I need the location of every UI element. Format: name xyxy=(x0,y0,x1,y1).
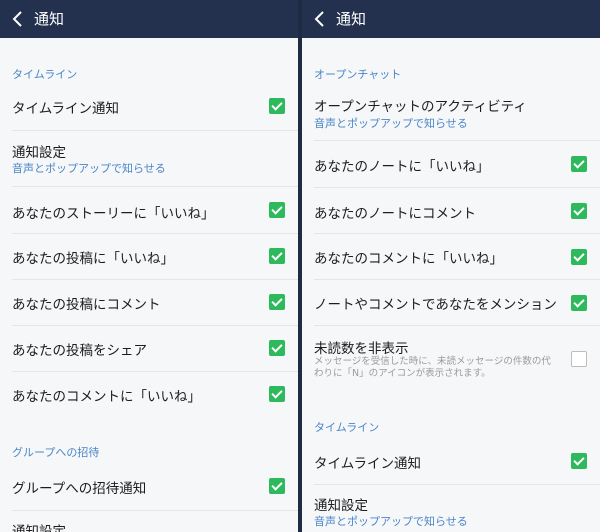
note-comment-label[interactable]: あなたのノートにコメント xyxy=(314,202,588,222)
post-like-label[interactable]: あなたの投稿に「いいね」 xyxy=(12,247,286,267)
divider xyxy=(12,186,298,187)
openchat-activity-sublabel: 音声とポップアップで知らせる xyxy=(314,117,468,130)
divider xyxy=(314,279,600,280)
divider xyxy=(314,187,600,188)
story-like-checkbox[interactable] xyxy=(269,202,285,218)
page-title: 通知 xyxy=(336,10,367,28)
divider xyxy=(314,325,600,326)
right-panel: 通知 オープンチャット オープンチャットのアクティビティ 音声とポップアップで知… xyxy=(302,0,600,532)
left-panel: 通知 タイムライン タイムライン通知 通知設定 音声とポップアップで知らせる あ… xyxy=(0,0,298,532)
post-share-label[interactable]: あなたの投稿をシェア xyxy=(12,339,286,359)
post-comment-checkbox[interactable] xyxy=(269,294,285,310)
section-header-group: グループへの招待 xyxy=(12,446,100,459)
header-bar: 通知 xyxy=(0,0,298,38)
divider xyxy=(12,371,298,372)
hide-unread-label[interactable]: 未読数を非表示 xyxy=(314,337,588,357)
divider xyxy=(12,130,298,131)
story-like-label[interactable]: あなたのストーリーに「いいね」 xyxy=(12,202,286,222)
note-like-label[interactable]: あなたのノートに「いいね」 xyxy=(314,155,588,175)
back-arrow-icon[interactable] xyxy=(312,9,328,29)
timeline-notify-checkbox[interactable] xyxy=(571,453,587,469)
divider xyxy=(12,325,298,326)
post-comment-label[interactable]: あなたの投稿にコメント xyxy=(12,293,286,313)
divider xyxy=(12,233,298,234)
section-header-openchat: オープンチャット xyxy=(314,68,402,81)
openchat-activity-label[interactable]: オープンチャットのアクティビティ xyxy=(314,95,588,115)
group-invite-label[interactable]: グループへの招待通知 xyxy=(12,477,286,497)
notify-settings-label[interactable]: 通知設定 xyxy=(12,141,286,161)
comment-like-label[interactable]: あなたのコメントに「いいね」 xyxy=(12,385,286,405)
hide-unread-description: メッセージを受信した時に、未読メッセージの件数の代わりに「N」のアイコンが表示さ… xyxy=(314,356,551,379)
mention-label[interactable]: ノートやコメントであなたをメンション xyxy=(314,293,588,313)
group-invite-checkbox[interactable] xyxy=(269,478,285,494)
post-share-checkbox[interactable] xyxy=(269,340,285,356)
timeline-notify-label[interactable]: タイムライン通知 xyxy=(314,452,588,472)
divider xyxy=(314,484,600,485)
settings-list: タイムライン タイムライン通知 通知設定 音声とポップアップで知らせる あなたの… xyxy=(0,38,298,532)
divider xyxy=(12,510,298,511)
mention-checkbox[interactable] xyxy=(571,295,587,311)
divider xyxy=(12,279,298,280)
comment-like-label[interactable]: あなたのコメントに「いいね」 xyxy=(314,247,588,267)
timeline-notify-label[interactable]: タイムライン通知 xyxy=(12,97,286,117)
timeline-notify-checkbox[interactable] xyxy=(269,98,285,114)
comment-like-checkbox[interactable] xyxy=(269,386,285,402)
comment-like-checkbox[interactable] xyxy=(571,249,587,265)
notify-settings-label[interactable]: 通知設定 xyxy=(12,520,286,532)
page-title: 通知 xyxy=(34,10,65,28)
hide-unread-checkbox[interactable] xyxy=(571,351,587,367)
post-like-checkbox[interactable] xyxy=(269,248,285,264)
notify-settings-label[interactable]: 通知設定 xyxy=(314,494,588,514)
section-header-timeline: タイムライン xyxy=(314,421,380,434)
note-like-checkbox[interactable] xyxy=(571,156,587,172)
notify-settings-sublabel: 音声とポップアップで知らせる xyxy=(314,515,468,528)
divider xyxy=(314,233,600,234)
header-bar: 通知 xyxy=(302,0,600,38)
section-header-timeline: タイムライン xyxy=(12,68,78,81)
notify-settings-sublabel: 音声とポップアップで知らせる xyxy=(12,162,166,175)
note-comment-checkbox[interactable] xyxy=(571,203,587,219)
settings-list: オープンチャット オープンチャットのアクティビティ 音声とポップアップで知らせる… xyxy=(302,38,600,532)
back-arrow-icon[interactable] xyxy=(10,9,26,29)
divider xyxy=(314,140,600,141)
